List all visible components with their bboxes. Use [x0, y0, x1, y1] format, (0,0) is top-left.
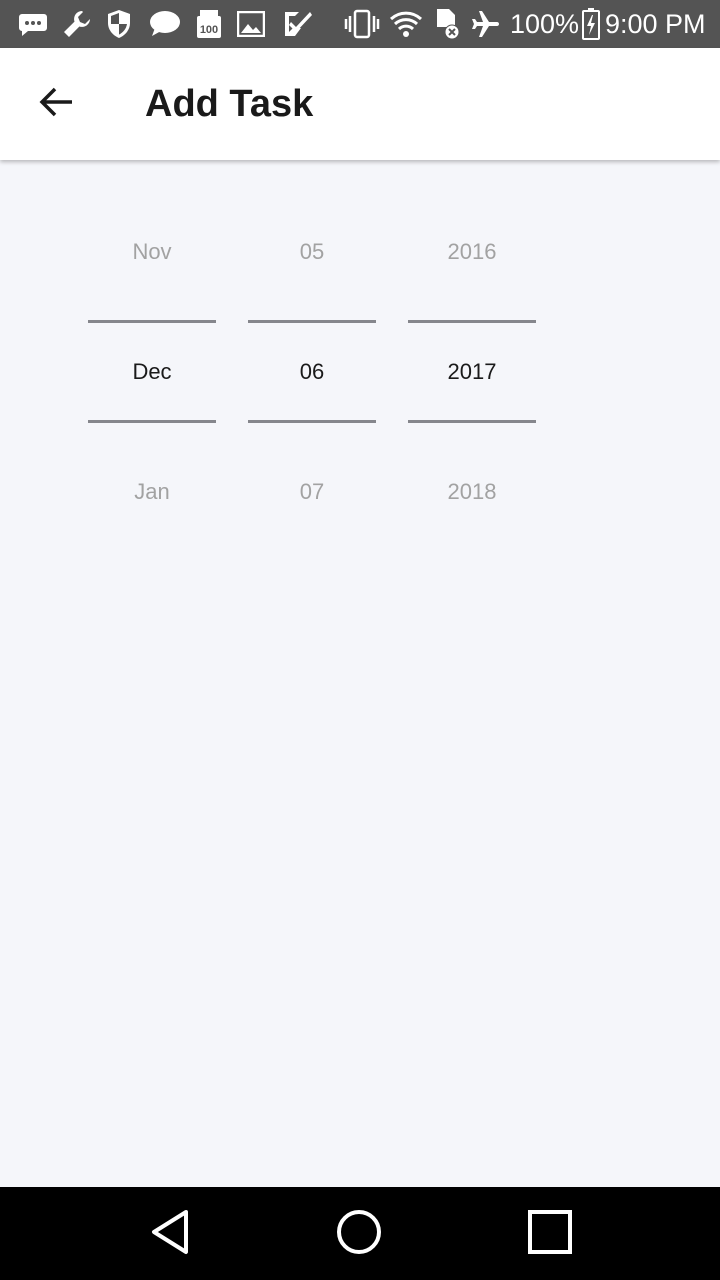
back-triangle-icon [148, 1208, 192, 1261]
storage-100-icon: 100 [194, 8, 224, 40]
year-prev[interactable]: 2016 [408, 228, 536, 276]
year-selected[interactable]: 2017 [408, 348, 536, 396]
year-next[interactable]: 2018 [408, 468, 536, 516]
page-title: Add Task [145, 83, 314, 125]
chat-icon [148, 8, 182, 40]
wifi-icon [388, 8, 424, 40]
shield-icon [104, 8, 134, 40]
day-divider-top [248, 320, 376, 323]
recents-square-icon [527, 1209, 573, 1260]
day-next[interactable]: 07 [248, 468, 376, 516]
nav-home-button[interactable] [324, 1199, 394, 1269]
month-picker[interactable]: Nov Dec Jan [88, 200, 216, 544]
battery-percent: 100% [510, 9, 580, 39]
status-bar: 100 100% 9:00 PM [0, 0, 720, 48]
month-divider-top [88, 320, 216, 323]
nav-back-button[interactable] [135, 1199, 205, 1269]
status-time: 9:00 PM [605, 9, 706, 39]
vibrate-icon [344, 8, 380, 40]
nav-recents-button[interactable] [515, 1199, 585, 1269]
message-icon [16, 8, 50, 40]
year-picker[interactable]: 2016 2017 2018 [408, 200, 536, 544]
arrow-back-icon [38, 86, 74, 123]
app-bar: Add Task [0, 48, 720, 160]
year-divider-bottom [408, 420, 536, 423]
image-icon [236, 8, 266, 40]
battery-charging-icon [580, 8, 602, 40]
day-divider-bottom [248, 420, 376, 423]
home-circle-icon [335, 1208, 383, 1261]
month-prev[interactable]: Nov [88, 228, 216, 276]
back-button[interactable] [20, 68, 92, 140]
svg-text:100: 100 [200, 24, 218, 36]
navigation-bar [0, 1187, 720, 1280]
wrench-icon [60, 8, 94, 40]
month-next[interactable]: Jan [88, 468, 216, 516]
month-selected[interactable]: Dec [88, 348, 216, 396]
year-divider-top [408, 320, 536, 323]
day-picker[interactable]: 05 06 07 [248, 200, 376, 544]
sd-card-error-icon [432, 8, 462, 40]
check-icon [280, 8, 314, 40]
month-divider-bottom [88, 420, 216, 423]
airplane-icon [470, 8, 502, 40]
day-selected[interactable]: 06 [248, 348, 376, 396]
day-prev[interactable]: 05 [248, 228, 376, 276]
